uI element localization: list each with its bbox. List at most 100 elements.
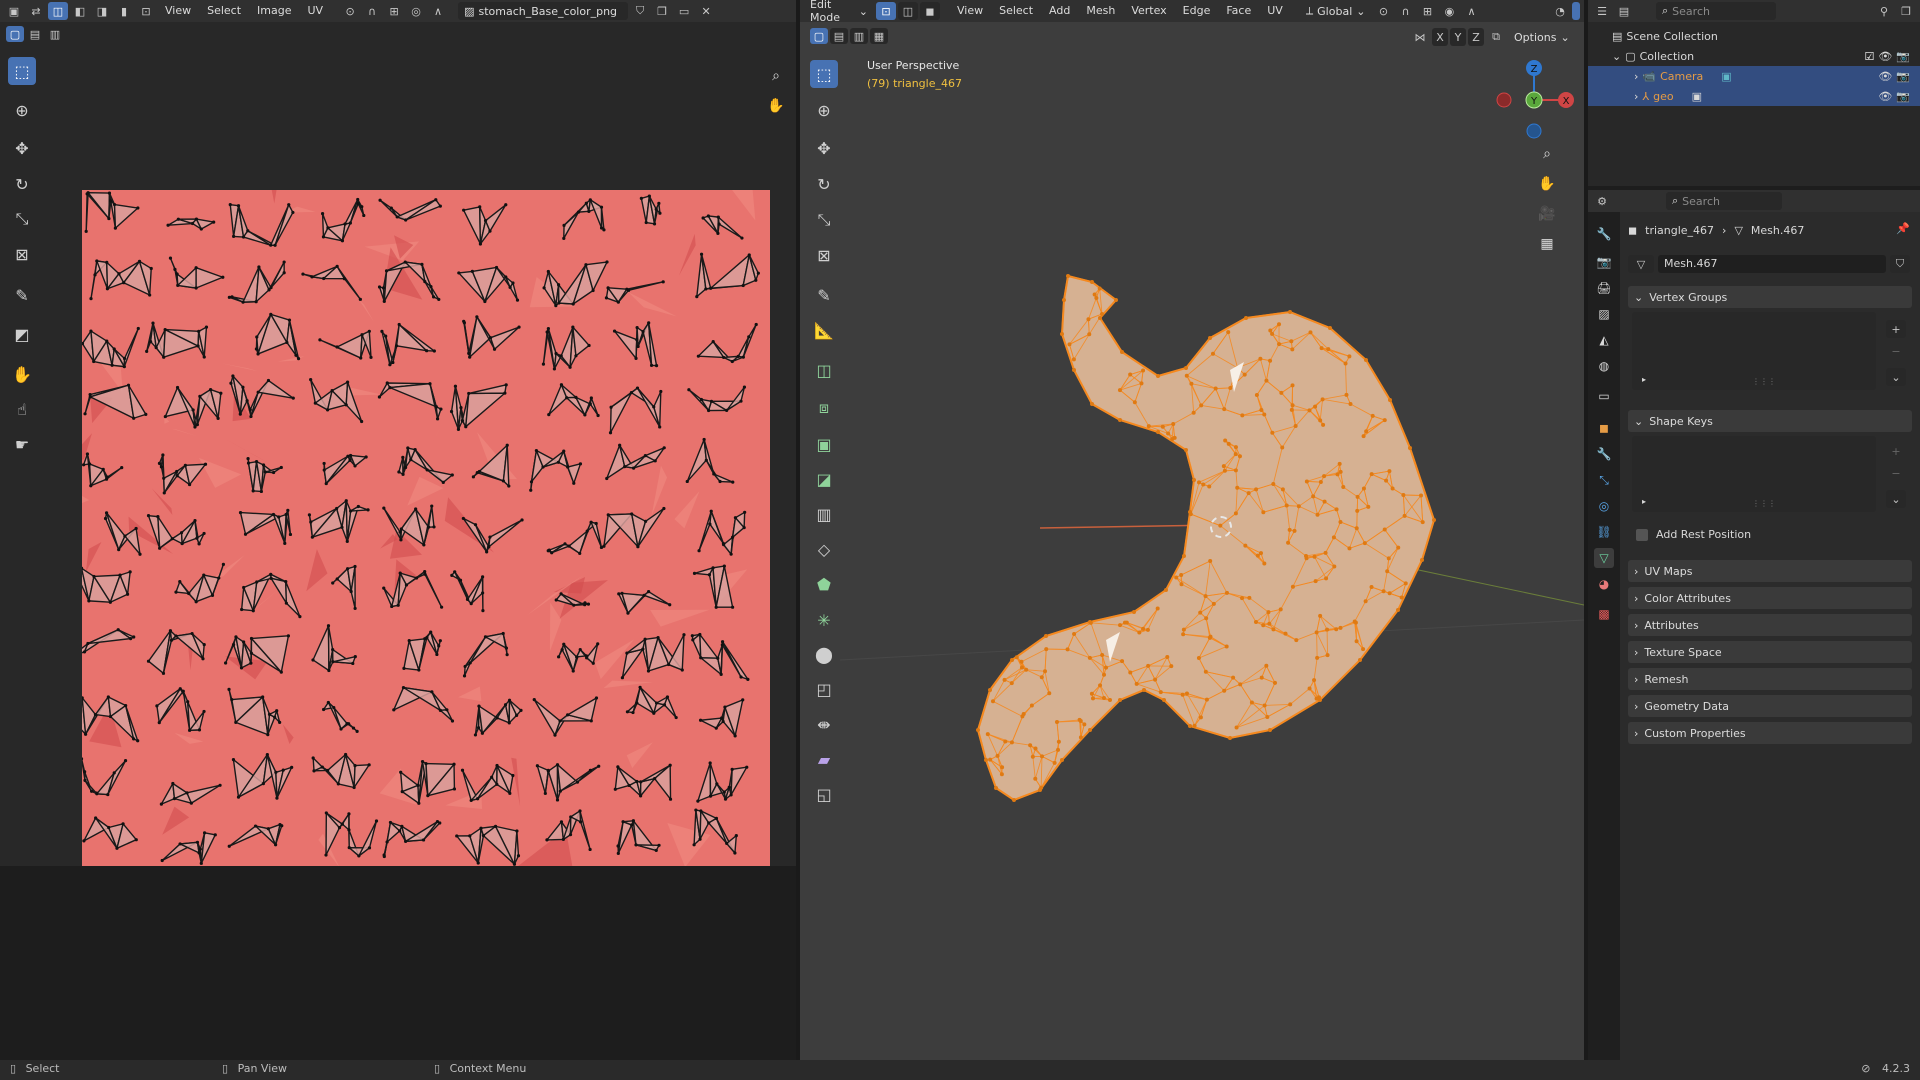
add-shape-key-button[interactable]: + [1886,442,1906,460]
uv-island[interactable] [377,381,443,421]
uv-island[interactable] [605,443,666,481]
snap-icon[interactable]: ∩ [362,2,382,20]
uv-island[interactable] [227,260,286,304]
view-layer-tab-icon[interactable]: ▨ [1594,304,1614,324]
resize-grip-icon[interactable]: ⋮⋮⋮ [1752,377,1776,386]
uv-island[interactable] [311,752,371,790]
modifiers-tab-icon[interactable]: 🔧 [1594,444,1614,464]
uv-island[interactable] [696,761,749,803]
uv-island[interactable] [229,374,295,419]
uv-island[interactable] [687,385,747,413]
annotate-tool-icon[interactable]: ✎ [8,281,36,309]
uv-island[interactable] [238,508,293,546]
snap-target-icon[interactable]: ⊞ [384,2,404,20]
uv-island[interactable] [541,325,591,371]
uv-island[interactable] [546,520,604,556]
texture-tab-icon[interactable]: ▩ [1594,604,1614,624]
edge-select-icon[interactable]: ◧ [70,2,90,20]
uv-island[interactable] [462,315,521,359]
uv-island[interactable] [159,781,222,806]
uv-island[interactable] [82,452,124,488]
outliner-search-input[interactable]: Search [1672,5,1710,18]
uv-island[interactable] [696,322,758,364]
vertex-select-icon[interactable]: ◫ [48,2,68,20]
eye-icon[interactable]: 👁 [1878,50,1892,63]
uv-island[interactable] [685,437,735,484]
uv-island[interactable] [562,198,606,240]
properties-search-input[interactable]: Search [1682,195,1720,208]
uv-island[interactable] [331,564,357,611]
data-tab-icon[interactable]: ▽ [1594,548,1614,568]
uv-island[interactable] [103,511,142,556]
uv-island[interactable] [301,264,362,301]
uv-island[interactable] [608,386,663,435]
uv-island[interactable] [529,448,583,492]
section-uv-maps[interactable]: › UV Maps [1628,560,1912,582]
uv-island[interactable] [157,453,208,495]
rip-tool-icon[interactable]: ◩ [8,320,36,348]
object-tab-icon[interactable]: ◼ [1594,418,1614,438]
stomach-mesh[interactable] [800,0,1584,1060]
scene-collection-row[interactable]: ▤ Scene Collection [1588,26,1920,46]
select-mode-subtract-icon[interactable]: ▥ [46,26,64,42]
uv-pan-navigation-icon[interactable]: ✋ [764,94,788,118]
world-tab-icon[interactable]: ◍ [1594,356,1614,376]
breadcrumb-object[interactable]: triangle_467 [1645,224,1714,237]
outliner-editor-icon[interactable]: ☰ [1592,2,1612,20]
collection-row[interactable]: ⌄ ▢ Collection ☑ 👁 📷 [1588,46,1920,66]
section-geometry-data[interactable]: › Geometry Data [1628,695,1912,717]
shape-key-menu-icon[interactable]: ⌄ [1886,490,1906,508]
render-tab-icon[interactable]: 📷 [1594,252,1614,272]
editor-type-icon[interactable]: ▣ [4,2,24,20]
uv-island[interactable] [639,194,662,226]
move-tool-icon[interactable]: ✥ [8,134,36,162]
island-select-icon[interactable]: ▮ [114,2,134,20]
section-texture-space[interactable]: › Texture Space [1628,641,1912,663]
uv-island[interactable] [227,687,282,737]
shape-keys-header[interactable]: ⌄ Shape Keys [1628,410,1912,432]
chevron-right-icon[interactable]: › [1634,90,1638,103]
uv-island[interactable] [620,633,686,680]
vertex-groups-header[interactable]: ⌄ Vertex Groups [1628,286,1912,308]
uv-island[interactable] [602,506,666,549]
camera-render-icon[interactable]: 📷 [1896,70,1910,83]
uv-island[interactable] [542,260,609,308]
close-image-icon[interactable]: ✕ [696,2,716,20]
section-custom-properties[interactable]: › Custom Properties [1628,722,1912,744]
uv-island[interactable] [457,265,520,304]
relax-tool-icon[interactable]: ☝ [8,395,36,423]
uv-island[interactable] [532,696,599,737]
uv-island[interactable] [462,631,509,678]
properties-search[interactable]: ⌕ Search [1666,192,1782,210]
uv-island[interactable] [455,824,521,866]
uv-island[interactable] [163,385,223,429]
vertex-groups-list[interactable]: ▸ ⋮⋮⋮ [1632,312,1876,390]
uv-island[interactable] [254,312,301,361]
fake-user-icon[interactable]: ⛉ [630,2,650,20]
transform-tool-icon[interactable]: ⊠ [8,240,36,268]
uv-island[interactable] [392,685,455,723]
uv-island[interactable] [307,499,370,543]
cursor-tool-icon[interactable]: ⊕ [8,96,36,124]
pin-icon[interactable]: 📌 [1896,222,1910,235]
vertex-group-menu-icon[interactable]: ⌄ [1886,368,1906,386]
checkbox-icon[interactable] [1636,528,1648,541]
uv-island[interactable] [612,321,659,368]
uv-island[interactable] [449,383,508,431]
shape-keys-list[interactable]: ▸ ⋮⋮⋮ [1632,436,1876,512]
uv-island[interactable] [697,509,747,556]
new-image-icon[interactable]: ❐ [652,2,672,20]
open-image-icon[interactable]: ▭ [674,2,694,20]
uv-island[interactable] [89,259,153,301]
checkbox-icon[interactable]: ☑ [1864,50,1874,63]
uv-island[interactable] [309,378,364,424]
uv-island[interactable] [318,329,373,360]
stomach-surface[interactable] [976,274,1436,802]
3d-viewport[interactable]: Edit Mode ⌄ ⊡ ◫ ◼ View Select Add Mesh V… [800,0,1584,1060]
uv-island[interactable] [240,572,302,619]
mesh-name-field[interactable]: Mesh.467 [1658,255,1886,273]
uv-island[interactable] [450,570,485,613]
uv-island[interactable] [695,252,760,299]
uv-island[interactable] [228,203,295,247]
section-remesh[interactable]: › Remesh [1628,668,1912,690]
